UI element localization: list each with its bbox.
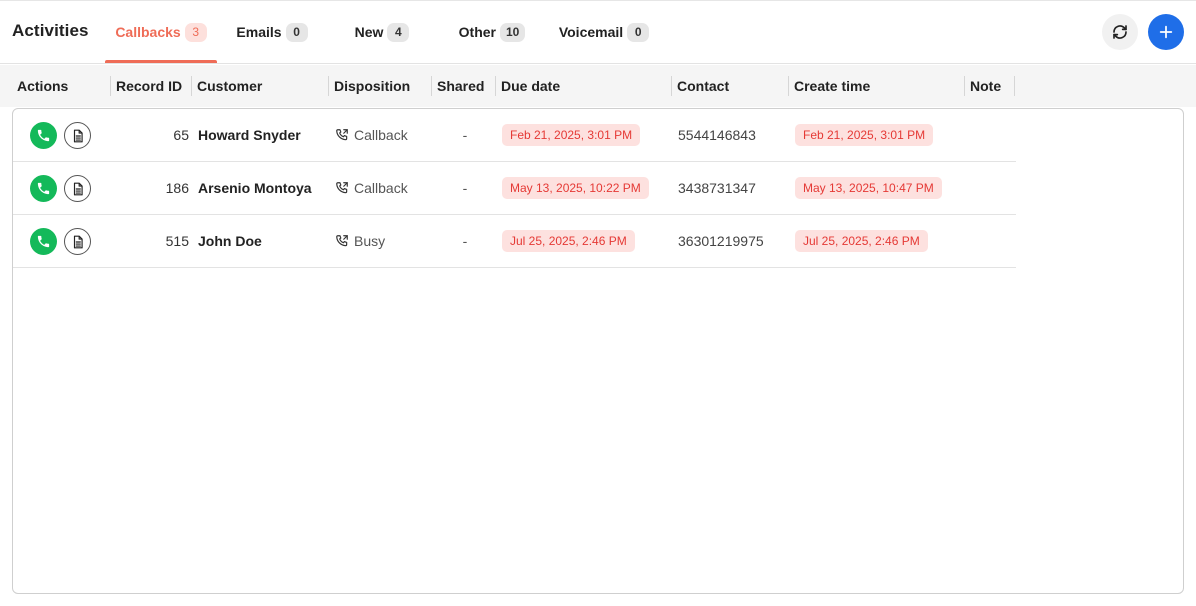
phone-icon	[37, 235, 50, 248]
shared-value: -	[462, 180, 468, 196]
busy-phone-icon	[336, 235, 348, 247]
due-date: Jul 25, 2025, 2:46 PM	[502, 215, 635, 267]
record-id: 515	[165, 233, 189, 249]
tab-count-badge: 0	[627, 22, 650, 42]
disposition: Callback	[335, 162, 408, 214]
column-header-actions[interactable]: Actions	[17, 65, 68, 107]
disposition: Callback	[335, 109, 408, 161]
column-resize-handle[interactable]	[431, 76, 432, 96]
table-header: Actions Record ID Customer Disposition S…	[0, 65, 1196, 107]
column-resize-handle[interactable]	[110, 76, 111, 96]
shared-value: -	[462, 127, 468, 143]
tab-emails[interactable]: Emails 0	[228, 1, 316, 63]
tab-callbacks[interactable]: Callbacks 3	[105, 1, 217, 63]
customer-name: Arsenio Montoya	[198, 180, 312, 196]
table-row[interactable]: 515 John Doe Busy - Jul 25, 2025, 2:46 P…	[13, 215, 1016, 268]
tab-label: New	[354, 24, 384, 40]
activities-table-body: 65 Howard Snyder Callback - Feb 21, 2025…	[12, 108, 1184, 594]
record-id: 186	[165, 180, 189, 196]
document-icon	[73, 182, 83, 195]
callback-phone-icon	[336, 182, 348, 194]
column-header-customer[interactable]: Customer	[197, 65, 262, 107]
tab-label: Voicemail	[558, 24, 624, 40]
call-button[interactable]	[30, 228, 57, 255]
tab-label: Other	[458, 24, 496, 40]
phone-icon	[37, 129, 50, 142]
due-date: May 13, 2025, 10:22 PM	[502, 162, 649, 214]
document-icon	[73, 235, 83, 248]
call-button[interactable]	[30, 175, 57, 202]
view-record-button[interactable]	[64, 228, 91, 255]
tab-voicemail[interactable]: Voicemail 0	[550, 1, 658, 63]
create-time: Feb 21, 2025, 3:01 PM	[795, 109, 934, 161]
disposition: Busy	[335, 215, 385, 267]
customer-name: Howard Snyder	[198, 127, 301, 143]
table-row[interactable]: 65 Howard Snyder Callback - Feb 21, 2025…	[13, 109, 1016, 162]
create-time: Jul 25, 2025, 2:46 PM	[795, 215, 928, 267]
tab-label: Callbacks	[115, 24, 181, 40]
customer-name: John Doe	[198, 233, 262, 249]
tab-other[interactable]: Other 10	[448, 1, 536, 63]
call-button[interactable]	[30, 122, 57, 149]
column-header-shared[interactable]: Shared	[437, 65, 484, 107]
tab-new[interactable]: New 4	[344, 1, 420, 63]
column-resize-handle[interactable]	[788, 76, 789, 96]
add-button[interactable]	[1148, 14, 1184, 50]
create-time-pill: Feb 21, 2025, 3:01 PM	[795, 124, 934, 146]
column-header-note[interactable]: Note	[970, 65, 1001, 107]
create-time: May 13, 2025, 10:47 PM	[795, 162, 942, 214]
phone-icon	[37, 182, 50, 195]
column-header-create-time[interactable]: Create time	[794, 65, 870, 107]
column-resize-handle[interactable]	[328, 76, 329, 96]
due-date-pill: May 13, 2025, 10:22 PM	[502, 177, 649, 199]
tab-label: Emails	[236, 24, 282, 40]
refresh-icon	[1113, 25, 1127, 39]
record-id: 65	[173, 127, 189, 143]
view-record-button[interactable]	[64, 175, 91, 202]
view-record-button[interactable]	[64, 122, 91, 149]
create-time-pill: Jul 25, 2025, 2:46 PM	[795, 230, 928, 252]
due-date-pill: Jul 25, 2025, 2:46 PM	[502, 230, 635, 252]
column-header-contact[interactable]: Contact	[677, 65, 729, 107]
due-date-pill: Feb 21, 2025, 3:01 PM	[502, 124, 641, 146]
column-resize-handle[interactable]	[671, 76, 672, 96]
due-date: Feb 21, 2025, 3:01 PM	[502, 109, 641, 161]
tab-count-badge: 10	[499, 22, 526, 42]
refresh-button[interactable]	[1102, 14, 1138, 50]
shared-value: -	[462, 233, 468, 249]
contact-number: 3438731347	[678, 180, 756, 196]
create-time-pill: May 13, 2025, 10:47 PM	[795, 177, 942, 199]
disposition-label: Callback	[354, 127, 408, 143]
table-row[interactable]: 186 Arsenio Montoya Callback - May 13, 2…	[13, 162, 1016, 215]
contact-number: 5544146843	[678, 127, 756, 143]
column-header-record-id[interactable]: Record ID	[116, 65, 182, 107]
column-resize-handle[interactable]	[964, 76, 965, 96]
tab-count-badge: 4	[387, 22, 410, 42]
tab-count-badge: 0	[285, 22, 308, 42]
column-resize-handle[interactable]	[191, 76, 192, 96]
column-header-disposition[interactable]: Disposition	[334, 65, 410, 107]
page-title: Activities	[12, 21, 89, 40]
callback-phone-icon	[336, 129, 348, 141]
contact-number: 36301219975	[678, 233, 764, 249]
disposition-label: Busy	[354, 233, 386, 249]
document-icon	[73, 129, 83, 142]
activities-header: Activities Callbacks 3 Emails 0 New 4 Ot…	[0, 1, 1196, 64]
column-resize-handle[interactable]	[1014, 76, 1015, 96]
plus-icon	[1159, 25, 1173, 39]
disposition-label: Callback	[354, 180, 408, 196]
column-header-due-date[interactable]: Due date	[501, 65, 560, 107]
column-resize-handle[interactable]	[495, 76, 496, 96]
tab-count-badge: 3	[184, 22, 207, 42]
